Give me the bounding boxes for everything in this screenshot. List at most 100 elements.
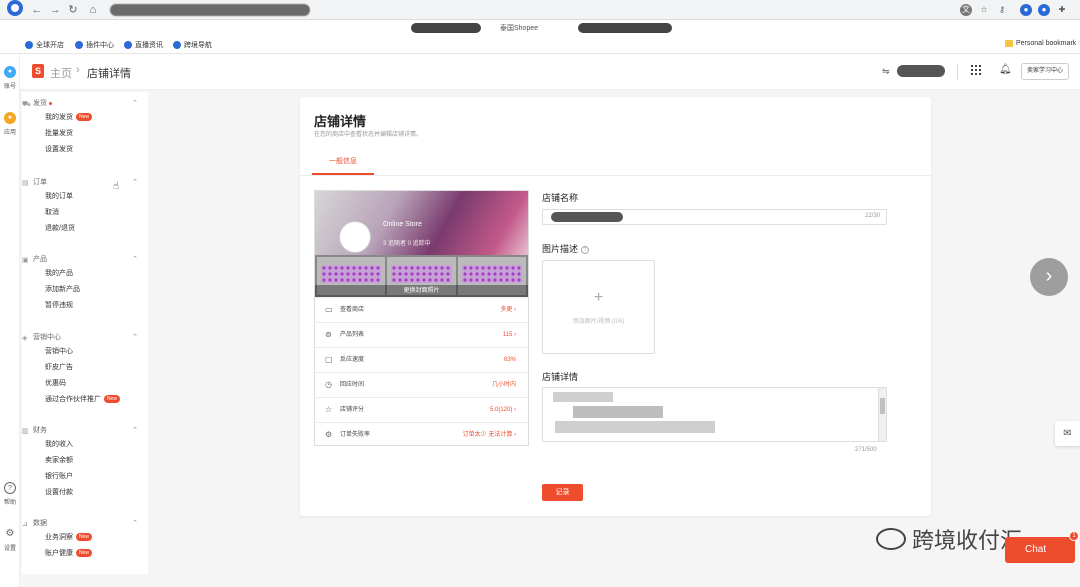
shop-name-input[interactable]: 22/30 [542,209,887,225]
change-cover-button[interactable]: 更换封面照片 [315,285,528,297]
menu-item[interactable]: 批量发货 [22,126,148,142]
mini-item-help[interactable]: ? 帮助 [0,482,20,506]
mini-item-account[interactable]: ● 账号 [0,66,20,90]
side-tool-icon[interactable]: ✉ [1055,421,1080,446]
menu-group-header[interactable]: ▥ 财务 ⌃ [22,425,148,437]
mini-item-settings[interactable]: ⚙ 设置 [0,528,20,552]
account-icon: ● [4,66,16,78]
preview-row[interactable]: ⚙ 订单失败率 订单太少 无法计算 › [315,422,528,447]
menu-item[interactable]: 我的发货 New [22,110,148,126]
truck-icon: ⛟ [22,101,31,108]
menu-item[interactable]: 业务洞察 New [22,530,148,546]
menu-item[interactable]: 我的收入 [22,437,148,453]
back-icon[interactable]: ← [30,3,44,17]
wallet-icon: ▥ [22,428,29,435]
preview-row[interactable]: ⊚ 产品列表 115 › [315,322,528,347]
info-icon[interactable]: ? [581,245,590,254]
product-icon: ▣ [22,257,29,264]
browser-tab[interactable] [411,23,481,33]
key-icon[interactable]: ⚷ [996,4,1008,16]
avatar[interactable] [339,221,371,253]
chevron-up-icon[interactable]: ⌃ [132,425,138,437]
menu-item[interactable]: 我的订单 [22,189,148,205]
preview-row[interactable]: ▭ 查看商店 多更 › [315,297,528,322]
bookmark-icon [124,41,132,49]
bookmark-item[interactable]: 直播资讯 [124,40,163,50]
bell-icon[interactable]: 🔔︎ [999,64,1012,75]
shop-banner[interactable]: Online Store 3 追随者 0 追踪中 [315,191,528,255]
menu-item[interactable]: 营销中心 [22,344,148,360]
translate-icon[interactable]: 文 [960,4,972,16]
chevron-up-icon[interactable]: ⌃ [132,177,138,189]
bookmark-item[interactable]: 全球开店 [25,40,64,50]
apps-grid-icon[interactable] [971,65,981,75]
user-name[interactable] [897,65,945,77]
mini-item-apps[interactable]: ● 应用 [0,112,20,136]
reload-icon[interactable]: ↻ [66,3,80,17]
shop-desc-textarea[interactable] [542,387,887,442]
next-arrow-icon[interactable]: › [1030,258,1068,296]
menu-item[interactable]: 账户健康 New [22,546,148,562]
menu-item[interactable]: 优惠码 [22,376,148,392]
mouse-cursor-icon: ☝ [113,181,120,192]
menu-group-header[interactable]: ▤ 订单 ⌃ [22,177,148,189]
user-icon: ⇋ [882,66,890,76]
menu-item[interactable]: 添加新产品 [22,282,148,298]
address-bar[interactable] [110,4,310,16]
bookmark-folder[interactable]: Personal bookmark [1005,40,1076,47]
shop-name-label: 店铺名称 [542,193,579,203]
preview-row[interactable]: ☆ 店铺评分 5.0(120) › [315,397,528,422]
chat-button[interactable]: Chat [1005,537,1075,563]
chevron-up-icon[interactable]: ⌃ [132,518,138,530]
puzzle-icon[interactable]: ✚ [1056,4,1068,16]
tab-divider [300,175,931,176]
bookmark-icon [25,41,33,49]
chevron-up-icon[interactable]: ⌃ [132,98,138,110]
help-icon: ? [4,482,16,494]
menu-item[interactable]: 银行账户 [22,469,148,485]
menu-item[interactable]: 设置发货 [22,142,148,158]
menu-item[interactable]: 我的产品 [22,266,148,282]
breadcrumb-home[interactable]: 主页 [50,65,72,81]
chart-icon: ⊿ [22,521,28,528]
shop-followers: 3 追随者 0 追踪中 [383,241,431,247]
extension-icon[interactable]: ● [1020,4,1032,16]
app-logo-icon [7,0,23,16]
learn-center-button[interactable]: 卖家学习中心 [1021,63,1070,80]
page-title: 店铺详情 [87,68,131,80]
save-button[interactable]: 记录 [542,484,583,501]
browser-tab-active[interactable]: 泰国Shopee [500,23,538,33]
image-upload[interactable]: + 添加图片/视频 (0/5) [542,260,655,354]
shopee-logo-icon[interactable]: S [32,64,44,78]
bookmark-icon [75,41,83,49]
menu-group-header[interactable]: ◈ 营销中心 ⌃ [22,332,148,344]
folder-icon [1005,40,1013,47]
bookmark-item[interactable]: 跨境导航 [173,40,212,50]
menu-group-shipping: ⛟ 发货 ⌃ 我的发货 New 批量发货 设置发货 [22,98,148,158]
browser-tab[interactable] [578,23,672,33]
tab-general-info[interactable]: 一般信息 [312,151,374,175]
menu-item[interactable]: 虾皮广告 [22,360,148,376]
chevron-up-icon[interactable]: ⌃ [132,332,138,344]
menu-group-finance: ▥ 财务 ⌃ 我的收入 卖家余额 银行账户 设置付款 [22,425,148,501]
forward-icon[interactable]: → [48,3,62,17]
home-icon[interactable]: ⌂ [86,3,100,17]
menu-item[interactable]: 卖家余额 [22,453,148,469]
menu-group-header[interactable]: ⛟ 发货 ⌃ [22,98,148,110]
star-icon[interactable]: ☆ [978,4,990,16]
star-icon: ☆ [325,405,333,414]
menu-item[interactable]: 退款/退货 [22,221,148,237]
notification-dot [49,101,52,105]
plus-icon: + [593,289,604,306]
menu-item[interactable]: 通过合作伙伴推广 New [22,392,148,408]
menu-group-header[interactable]: ▣ 产品 ⌃ [22,254,148,266]
upload-hint: 添加图片/视频 (0/5) [572,319,625,325]
menu-group-header[interactable]: ⊿ 数据 ⌃ [22,518,148,530]
chevron-up-icon[interactable]: ⌃ [132,254,138,266]
extension-icon[interactable]: ● [1038,4,1050,16]
menu-item[interactable]: 设置付款 [22,485,148,501]
bookmark-item[interactable]: 插件中心 [75,40,114,50]
scrollbar[interactable] [878,388,886,441]
menu-item[interactable]: 暂停违规 [22,298,148,314]
menu-item[interactable]: 取消 [22,205,148,221]
